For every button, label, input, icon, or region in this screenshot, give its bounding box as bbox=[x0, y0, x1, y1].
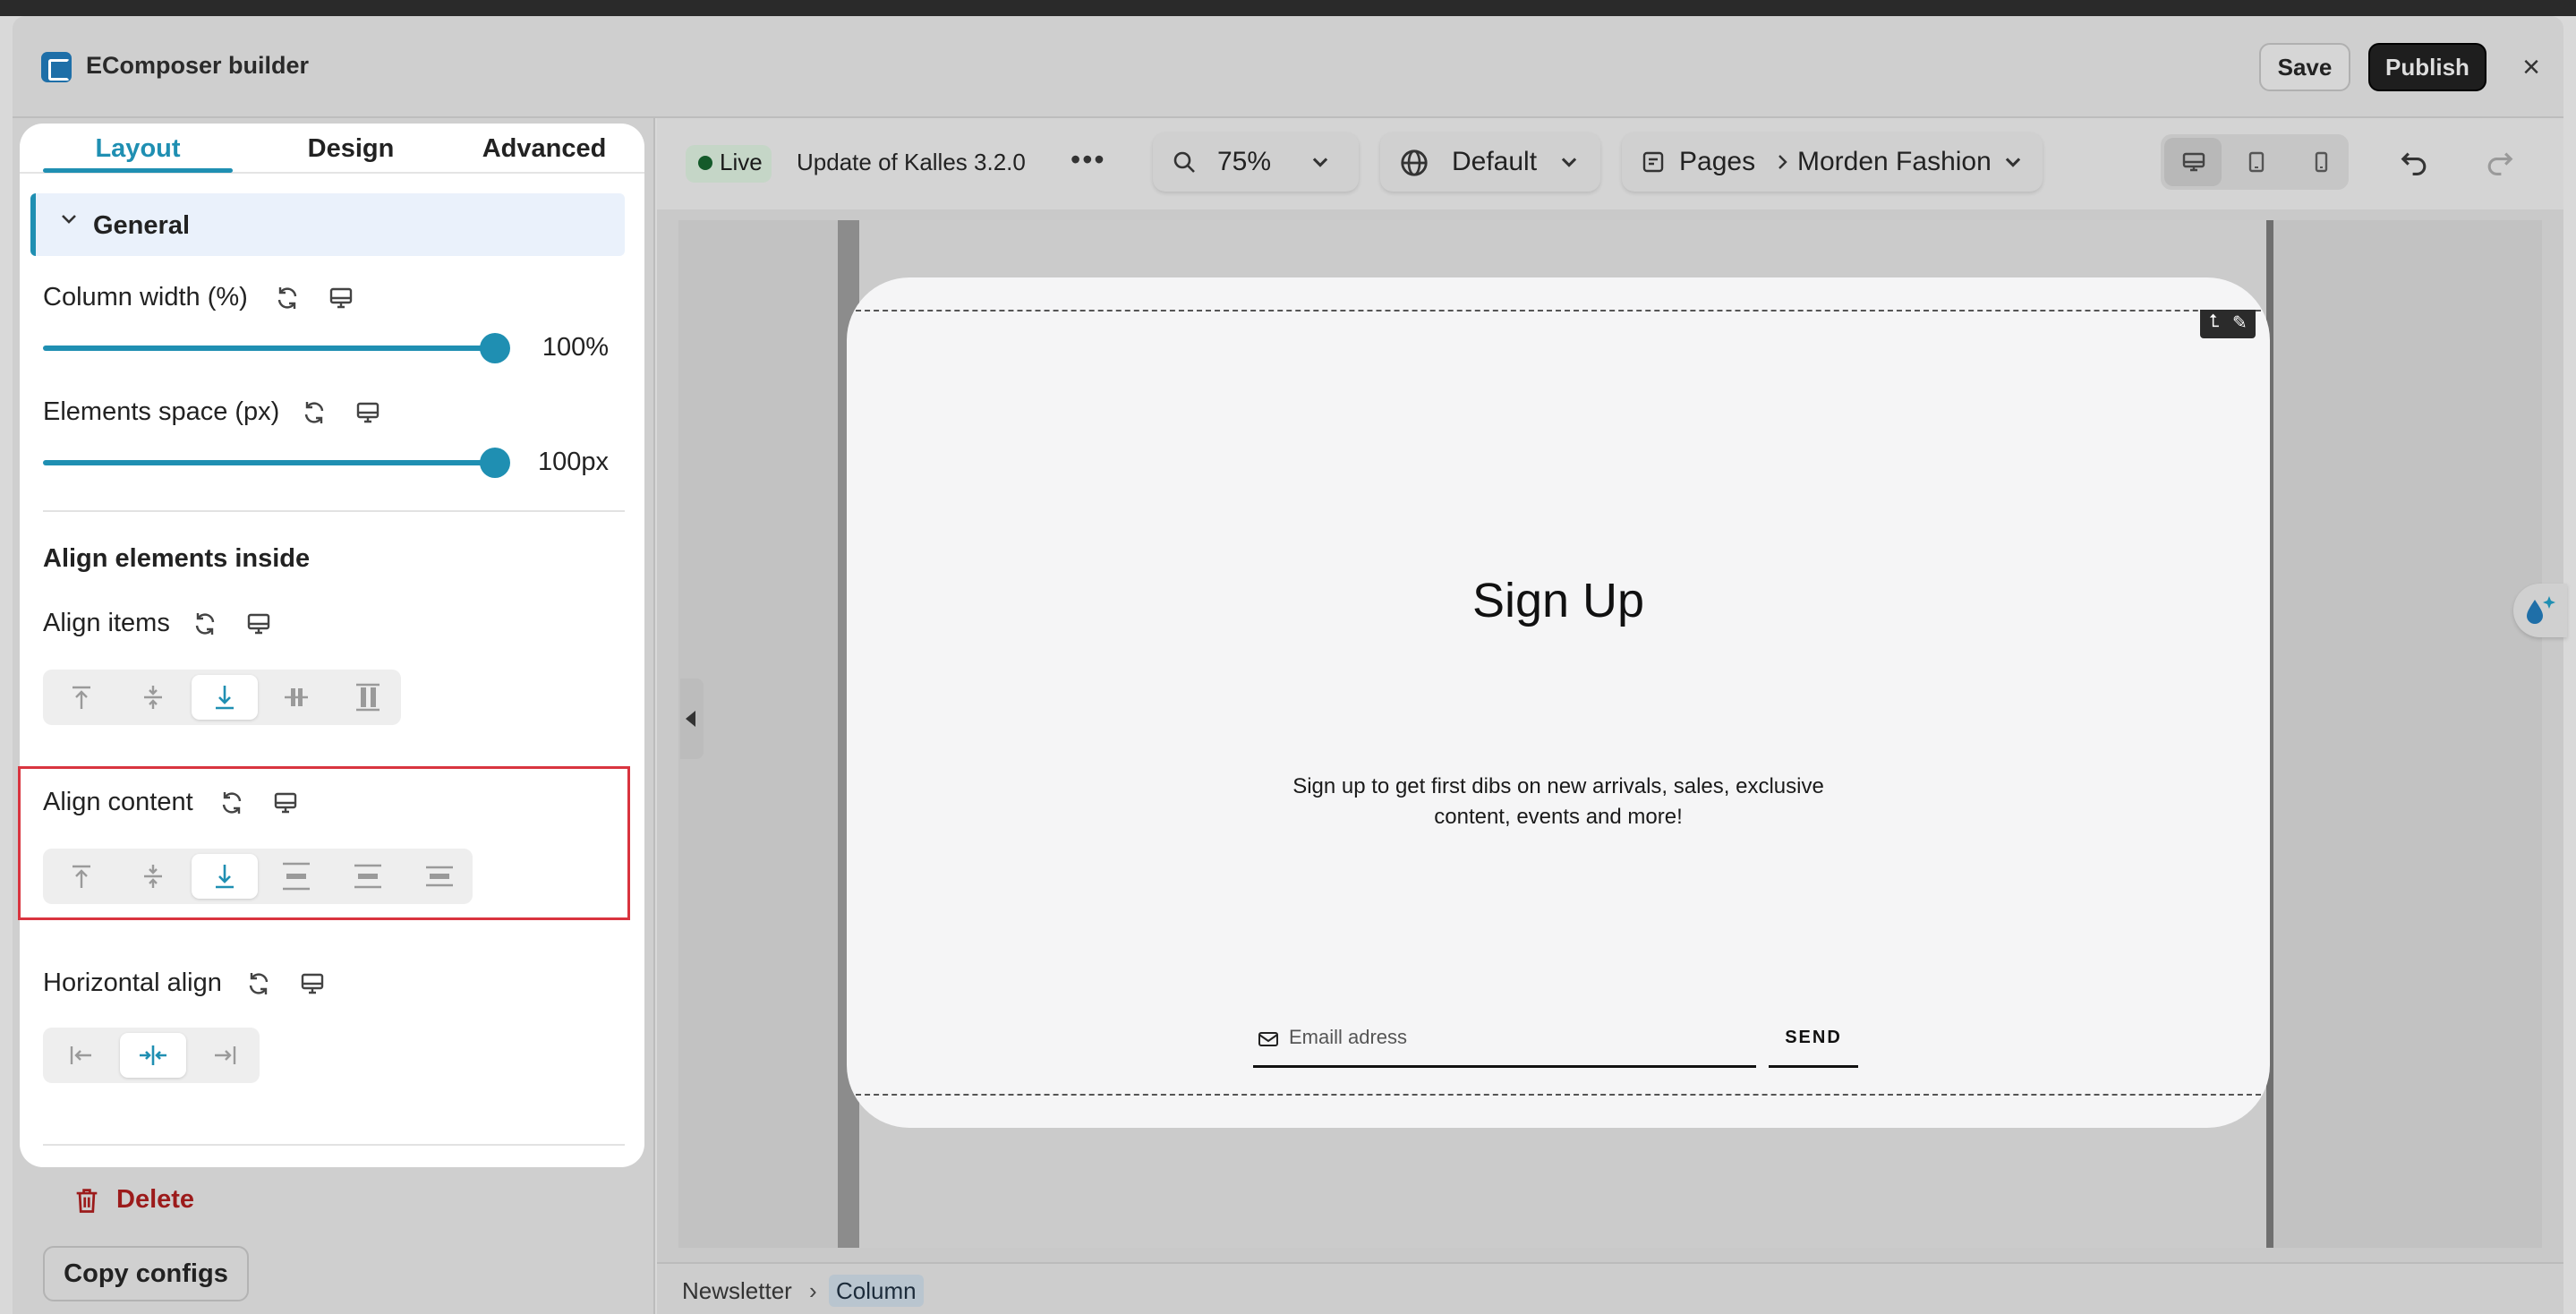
ecomposer-logo-icon bbox=[41, 52, 72, 82]
breadcrumb-bar bbox=[657, 1262, 2563, 1314]
column-width-label: Column width (%) bbox=[43, 283, 248, 311]
pages-icon bbox=[1642, 151, 1664, 173]
ai-assistant-button[interactable] bbox=[2513, 584, 2567, 637]
tab-design[interactable]: Design bbox=[256, 127, 446, 170]
globe-icon bbox=[1401, 149, 1428, 176]
builder-window: EComposer builder Save Publish × Layout … bbox=[0, 0, 2576, 1314]
desktop-icon[interactable] bbox=[2180, 149, 2207, 175]
trash-icon[interactable] bbox=[72, 1185, 102, 1216]
tablet-icon[interactable] bbox=[2243, 149, 2270, 175]
divider bbox=[43, 510, 625, 512]
breadcrumb-separator: › bbox=[809, 1277, 817, 1304]
breadcrumb-item-column[interactable]: Column bbox=[829, 1275, 924, 1307]
align-items-center-option[interactable] bbox=[120, 675, 186, 720]
chevron-down-icon bbox=[1561, 158, 1577, 167]
copy-configs-button[interactable]: Copy configs bbox=[43, 1246, 249, 1301]
email-input[interactable]: Emaill adress bbox=[1289, 1026, 1407, 1049]
desktop-icon[interactable] bbox=[245, 610, 272, 637]
move-up-icon[interactable]: ⮤ bbox=[2209, 311, 2220, 332]
collapse-sidebar-button[interactable] bbox=[680, 678, 704, 759]
app-header: EComposer builder Save Publish × bbox=[13, 16, 2563, 118]
reset-icon[interactable] bbox=[274, 285, 301, 311]
horizontal-align-left-option[interactable] bbox=[48, 1033, 115, 1078]
elements-space-value: 100px bbox=[537, 448, 609, 476]
signup-description[interactable]: Sign up to get first dibs on new arrival… bbox=[1267, 772, 1849, 832]
breadcrumb-item-newsletter[interactable]: Newsletter bbox=[675, 1275, 799, 1307]
close-icon[interactable]: × bbox=[2514, 50, 2548, 84]
horizontal-align-right-option[interactable] bbox=[192, 1033, 258, 1078]
align-heading: Align elements inside bbox=[43, 544, 311, 573]
align-content-highlight bbox=[18, 766, 630, 920]
tab-layout[interactable]: Layout bbox=[43, 127, 233, 170]
horizontal-align-label: Horizontal align bbox=[43, 968, 222, 997]
redo-icon[interactable] bbox=[2483, 145, 2515, 177]
column-outline-bottom bbox=[847, 1094, 2270, 1096]
delete-button[interactable]: Delete bbox=[116, 1185, 194, 1215]
publish-button[interactable]: Publish bbox=[2368, 43, 2486, 91]
align-items-bottom-option[interactable] bbox=[192, 675, 258, 720]
more-options-icon[interactable]: ••• bbox=[1070, 143, 1106, 176]
reset-icon[interactable] bbox=[192, 610, 218, 637]
align-items-top-option[interactable] bbox=[48, 675, 115, 720]
zoom-value: 75% bbox=[1217, 147, 1272, 176]
page-name: Morden Fashion bbox=[1797, 147, 1992, 176]
elements-space-slider-track[interactable] bbox=[43, 460, 503, 465]
element-toolbar-badge[interactable]: ⮤ ✎ bbox=[2200, 310, 2256, 338]
signup-heading[interactable]: Sign Up bbox=[847, 573, 2270, 628]
elements-space-label: Elements space (px) bbox=[43, 397, 280, 426]
settings-tabs: Layout Design Advanced bbox=[20, 124, 644, 174]
locale-value: Default bbox=[1452, 147, 1538, 176]
window-top-band bbox=[0, 0, 2576, 16]
horizontal-align-center-option[interactable] bbox=[120, 1033, 186, 1078]
active-tab-indicator bbox=[43, 168, 233, 173]
horizontal-align-control bbox=[43, 1028, 260, 1083]
chevron-down-icon bbox=[2005, 158, 2021, 167]
chevron-down-icon bbox=[59, 208, 79, 235]
magic-drop-icon bbox=[2527, 596, 2555, 624]
align-items-control bbox=[43, 670, 401, 725]
settings-panel: Layout Design Advanced General Column wi… bbox=[20, 124, 644, 1167]
chevron-down-icon bbox=[1312, 158, 1328, 167]
column-width-slider-track[interactable] bbox=[43, 346, 503, 351]
desktop-icon[interactable] bbox=[354, 399, 381, 426]
search-icon bbox=[1173, 151, 1195, 173]
chevron-right-icon bbox=[1778, 155, 1787, 169]
send-button-underline bbox=[1769, 1065, 1858, 1068]
mobile-icon[interactable] bbox=[2307, 149, 2334, 175]
column-width-value: 100% bbox=[542, 333, 609, 362]
reset-icon[interactable] bbox=[301, 399, 328, 426]
email-input-underline bbox=[1253, 1065, 1756, 1068]
edit-icon[interactable]: ✎ bbox=[2232, 311, 2248, 334]
column-outline-top bbox=[847, 310, 2270, 311]
reset-icon[interactable] bbox=[245, 970, 272, 997]
theme-name: Update of Kalles 3.2.0 bbox=[797, 149, 1026, 175]
section-general-header[interactable]: General bbox=[30, 193, 625, 256]
live-dot-icon bbox=[698, 156, 712, 170]
status-label: Live bbox=[720, 149, 763, 175]
desktop-icon[interactable] bbox=[328, 285, 354, 311]
mail-icon bbox=[1258, 1032, 1278, 1046]
pages-label: Pages bbox=[1679, 147, 1756, 176]
align-items-label: Align items bbox=[43, 609, 170, 637]
save-button[interactable]: Save bbox=[2259, 43, 2350, 91]
undo-icon[interactable] bbox=[2399, 145, 2431, 177]
newsletter-section[interactable]: ⮤ ✎ Sign Up Sign up to get first dibs on… bbox=[847, 277, 2270, 1128]
section-title: General bbox=[93, 211, 190, 240]
divider bbox=[43, 1144, 625, 1146]
align-items-stretch-option[interactable] bbox=[263, 675, 329, 720]
align-items-baseline-option[interactable] bbox=[335, 675, 401, 720]
app-title: EComposer builder bbox=[86, 52, 310, 79]
send-button[interactable]: SEND bbox=[1769, 1028, 1858, 1048]
tab-advanced[interactable]: Advanced bbox=[449, 127, 639, 170]
desktop-icon[interactable] bbox=[299, 970, 326, 997]
